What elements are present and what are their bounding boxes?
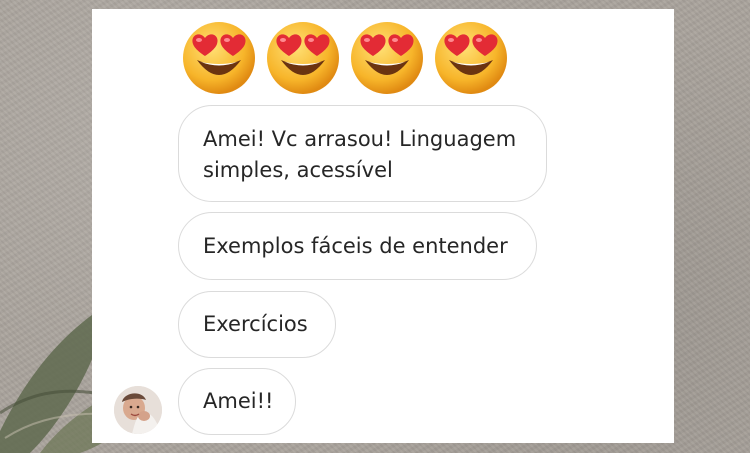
message-bubble[interactable]: Exercícios: [178, 291, 336, 358]
sender-avatar[interactable]: [114, 386, 162, 434]
message-text: Amei! Vc arrasou! Linguagem simples, ace…: [203, 126, 517, 182]
emoji-reaction-row: [181, 20, 509, 96]
direct-message-thread: Amei! Vc arrasou! Linguagem simples, ace…: [92, 9, 674, 443]
heart-eyes-emoji-icon: [435, 22, 507, 94]
heart-eyes-emoji-icon: [267, 22, 339, 94]
heart-eyes-emoji-icon: [183, 22, 255, 94]
message-text: Exemplos fáceis de entender: [203, 233, 508, 258]
message-text: Exercícios: [203, 312, 308, 336]
message-bubble[interactable]: Amei!!: [178, 368, 296, 435]
message-text: Amei!!: [203, 389, 274, 413]
message-bubble[interactable]: Exemplos fáceis de entender: [178, 212, 537, 280]
heart-eyes-emoji-icon: [351, 22, 423, 94]
profile-photo-avatar-icon: [114, 386, 162, 434]
message-bubble[interactable]: Amei! Vc arrasou! Linguagem simples, ace…: [178, 105, 547, 202]
